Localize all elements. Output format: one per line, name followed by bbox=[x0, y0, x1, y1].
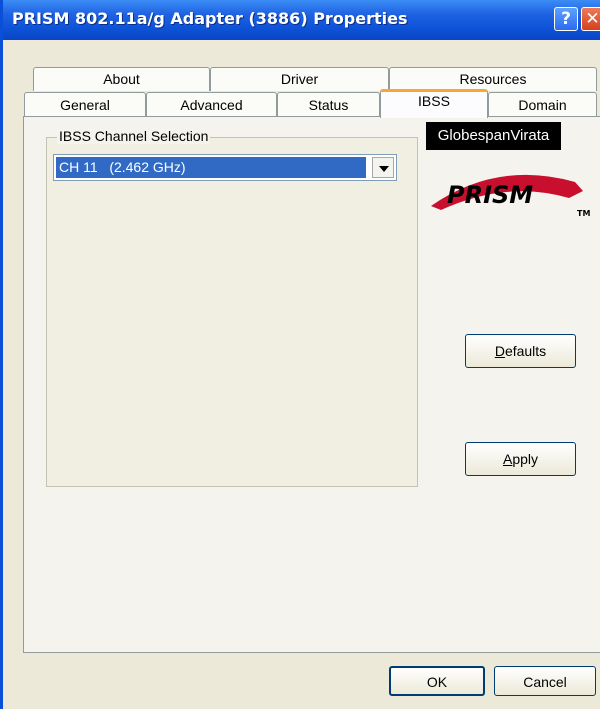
tab-general-label: General bbox=[60, 97, 110, 113]
properties-window: PRISM 802.11a/g Adapter (3886) Propertie… bbox=[0, 0, 600, 709]
ibss-channel-selected-value: CH 11 (2.462 GHz) bbox=[56, 157, 366, 178]
trademark-mark: TM bbox=[577, 209, 590, 218]
tab-resources-label: Resources bbox=[459, 71, 527, 87]
help-button[interactable]: ? bbox=[554, 7, 578, 31]
ok-button-label: OK bbox=[426, 674, 448, 690]
close-button[interactable]: ✕ bbox=[581, 7, 600, 31]
tab-ibss[interactable]: IBSS bbox=[380, 89, 488, 118]
tab-resources[interactable]: Resources bbox=[389, 67, 597, 91]
defaults-button-label: Defaults bbox=[466, 343, 575, 359]
tab-about[interactable]: About bbox=[33, 67, 210, 91]
cancel-button-label: Cancel bbox=[523, 674, 567, 690]
close-icon: ✕ bbox=[585, 9, 600, 29]
tab-advanced[interactable]: Advanced bbox=[146, 92, 277, 117]
tab-ibss-label: IBSS bbox=[418, 93, 450, 109]
window-title: PRISM 802.11a/g Adapter (3886) Propertie… bbox=[12, 9, 408, 28]
tab-about-label: About bbox=[103, 71, 140, 87]
prism-logo: PRISM TM bbox=[431, 174, 590, 218]
tab-status-label: Status bbox=[308, 97, 349, 113]
tab-status[interactable]: Status bbox=[277, 92, 380, 117]
defaults-rest: efaults bbox=[504, 343, 547, 359]
apply-button[interactable]: Apply bbox=[465, 442, 576, 476]
cancel-button[interactable]: Cancel bbox=[494, 666, 596, 696]
prism-wordmark: PRISM bbox=[447, 181, 533, 209]
tab-domain[interactable]: Domain bbox=[488, 92, 597, 117]
tab-driver[interactable]: Driver bbox=[210, 67, 389, 91]
tab-general[interactable]: General bbox=[24, 92, 146, 117]
apply-mnemonic: A bbox=[502, 451, 513, 467]
help-icon: ? bbox=[561, 9, 571, 29]
ok-button[interactable]: OK bbox=[389, 666, 485, 696]
ibss-channel-select[interactable]: CH 11 (2.462 GHz) bbox=[53, 154, 397, 181]
globespanvirata-logo: GlobespanVirata bbox=[426, 122, 561, 150]
defaults-button[interactable]: Defaults bbox=[465, 334, 576, 368]
chevron-down-icon[interactable] bbox=[372, 157, 394, 178]
apply-button-label: Apply bbox=[466, 451, 575, 467]
tab-advanced-label: Advanced bbox=[180, 97, 243, 113]
title-bar[interactable]: PRISM 802.11a/g Adapter (3886) Propertie… bbox=[3, 0, 600, 40]
tab-domain-label: Domain bbox=[518, 97, 567, 113]
apply-rest: pply bbox=[512, 451, 539, 467]
ibss-channel-group-label: IBSS Channel Selection bbox=[57, 128, 211, 144]
tab-driver-label: Driver bbox=[280, 71, 319, 87]
ibss-channel-groupbox bbox=[46, 137, 418, 487]
defaults-mnemonic: D bbox=[494, 343, 505, 359]
